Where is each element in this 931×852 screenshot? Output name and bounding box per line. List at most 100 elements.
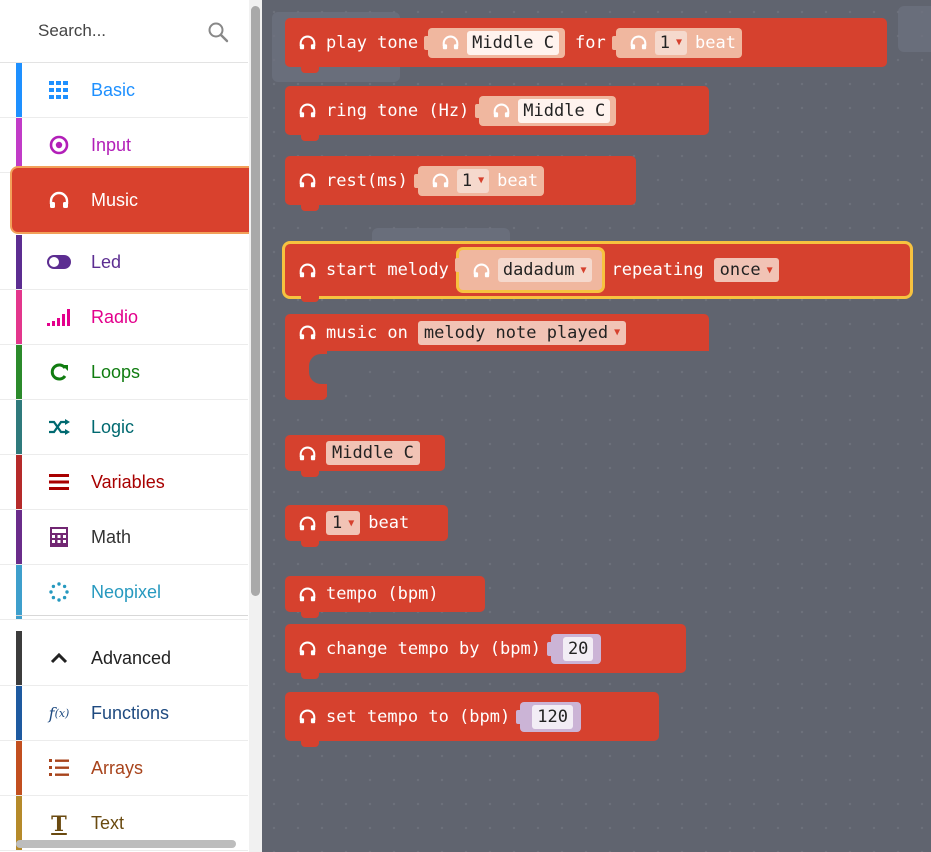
category-label: Input	[91, 135, 132, 155]
headphones-icon	[299, 325, 316, 340]
note-field[interactable]: Middle C	[326, 441, 420, 465]
toolbox-horizontal-scrollbar[interactable]	[16, 840, 236, 848]
block-label: start melody	[326, 260, 449, 280]
category-label: Led	[91, 252, 122, 272]
category-label: Basic	[91, 80, 136, 100]
headphones-icon	[299, 587, 316, 601]
note-value-block[interactable]: Middle C	[285, 435, 445, 477]
event-dropdown[interactable]: melody note played ▼	[417, 320, 627, 345]
beat-slot[interactable]: 1 ▼ beat	[611, 27, 742, 58]
search-input[interactable]: Search...	[38, 21, 106, 41]
tempo-change-value[interactable]: 20	[562, 636, 594, 661]
grid-icon	[47, 79, 71, 101]
block-label: rest(ms)	[326, 170, 408, 191]
start-melody-block[interactable]: start melody dadadum ▼ repeating once ▼	[282, 241, 913, 302]
beat-dropdown[interactable]: 1 ▼	[326, 511, 361, 535]
block-label: tempo (bpm)	[326, 584, 439, 604]
tempo-value[interactable]: 120	[532, 704, 573, 729]
category-neopixel[interactable]: Neopixel	[0, 565, 248, 620]
category-label: Radio	[91, 307, 139, 327]
dropdown-caret-icon: ▼	[348, 517, 355, 529]
music-on-event-block[interactable]: music on melody note played ▼	[285, 314, 709, 400]
headphones-icon	[299, 446, 316, 460]
refresh-icon	[47, 361, 71, 383]
headphones-icon	[299, 516, 316, 530]
play-tone-block[interactable]: play tone Middle C for 1 ▼ beat	[285, 18, 887, 73]
tempo-change-slot[interactable]: 20	[546, 633, 602, 664]
beat-dropdown[interactable]: 1 ▼	[456, 168, 490, 193]
headphones-icon	[442, 35, 459, 50]
beat-dropdown[interactable]: 1 ▼	[654, 30, 688, 55]
headphones-icon	[432, 173, 449, 188]
text-icon: T	[51, 810, 67, 836]
block-label: for	[575, 32, 606, 53]
ring-tone-block[interactable]: ring tone (Hz) Middle C	[285, 86, 709, 141]
dropdown-caret-icon: ▼	[478, 175, 485, 186]
toggle-icon	[47, 251, 71, 273]
chevron-up-icon	[47, 647, 71, 669]
category-label: Neopixel	[91, 582, 162, 602]
beat-value-block[interactable]: 1 ▼ beat	[285, 505, 448, 547]
target-icon	[47, 134, 71, 156]
category-arrays[interactable]: Arrays	[0, 741, 248, 796]
toolbox-search[interactable]: Search...	[0, 0, 248, 63]
note-slot[interactable]: Middle C	[475, 95, 617, 126]
beat-slot[interactable]: 1 ▼ beat	[413, 165, 545, 196]
rest-block[interactable]: rest(ms) 1 ▼ beat	[285, 156, 636, 211]
headphones-icon	[299, 263, 316, 277]
category-math[interactable]: Math	[0, 510, 248, 565]
dropdown-caret-icon: ▼	[766, 264, 773, 276]
dropdown-caret-icon: ▼	[580, 264, 587, 276]
category-label: Arrays	[91, 758, 144, 778]
calculator-icon	[47, 526, 71, 548]
repeat-mode-dropdown[interactable]: once ▼	[713, 258, 779, 282]
dotted-circle-icon	[47, 581, 71, 603]
headphones-icon	[299, 641, 316, 656]
background-block-ghost	[898, 6, 931, 52]
statement-input[interactable]	[309, 354, 349, 384]
note-field[interactable]: Middle C	[518, 98, 611, 123]
melody-dropdown[interactable]: dadadum ▼	[497, 258, 592, 282]
category-label: Text	[91, 813, 125, 833]
category-label: Math	[91, 527, 132, 547]
headphones-icon	[299, 173, 316, 188]
category-basic[interactable]: Basic	[0, 63, 248, 118]
category-variables[interactable]: Variables	[0, 455, 248, 510]
category-label: Logic	[91, 417, 135, 437]
set-tempo-block[interactable]: set tempo to (bpm) 120	[285, 692, 659, 747]
dropdown-caret-icon: ▼	[675, 37, 683, 48]
category-functions[interactable]: f (x) Functions	[0, 686, 248, 741]
category-music[interactable]: Music	[10, 166, 257, 234]
category-label: Variables	[91, 472, 165, 492]
category-led[interactable]: Led	[0, 235, 248, 290]
category-loops[interactable]: Loops	[0, 345, 248, 400]
melody-slot[interactable]: dadadum ▼	[454, 250, 602, 290]
headphones-icon	[47, 189, 71, 211]
tempo-block[interactable]: tempo (bpm)	[285, 576, 485, 618]
block-label: repeating	[611, 260, 704, 280]
shuffle-icon	[47, 416, 71, 438]
search-icon[interactable]	[207, 21, 229, 43]
block-label: play tone	[326, 32, 419, 53]
toolbox-scrollbar[interactable]	[249, 0, 262, 852]
category-label: Music	[91, 190, 139, 210]
beat-label: beat	[368, 513, 410, 533]
headphones-icon	[299, 35, 316, 50]
block-label: change tempo by (bpm)	[326, 638, 541, 659]
block-label: set tempo to (bpm)	[326, 706, 511, 727]
category-radio[interactable]: Radio	[0, 290, 248, 345]
category-label: Functions	[91, 703, 170, 723]
category-advanced[interactable]: Advanced	[0, 631, 248, 686]
music-on-header[interactable]: music on melody note played ▼	[285, 314, 709, 351]
note-field[interactable]: Middle C	[467, 30, 560, 55]
tempo-value-slot[interactable]: 120	[516, 701, 581, 732]
scrollbar-thumb[interactable]	[251, 6, 260, 596]
category-input[interactable]: Input	[0, 118, 248, 173]
dropdown-caret-icon: ▼	[614, 327, 621, 338]
change-tempo-block[interactable]: change tempo by (bpm) 20	[285, 624, 686, 679]
block-label: ring tone (Hz)	[326, 100, 470, 121]
note-slot[interactable]: Middle C	[424, 27, 566, 58]
category-logic[interactable]: Logic	[0, 400, 248, 455]
headphones-icon	[630, 35, 647, 50]
block-label: music on	[326, 322, 408, 343]
